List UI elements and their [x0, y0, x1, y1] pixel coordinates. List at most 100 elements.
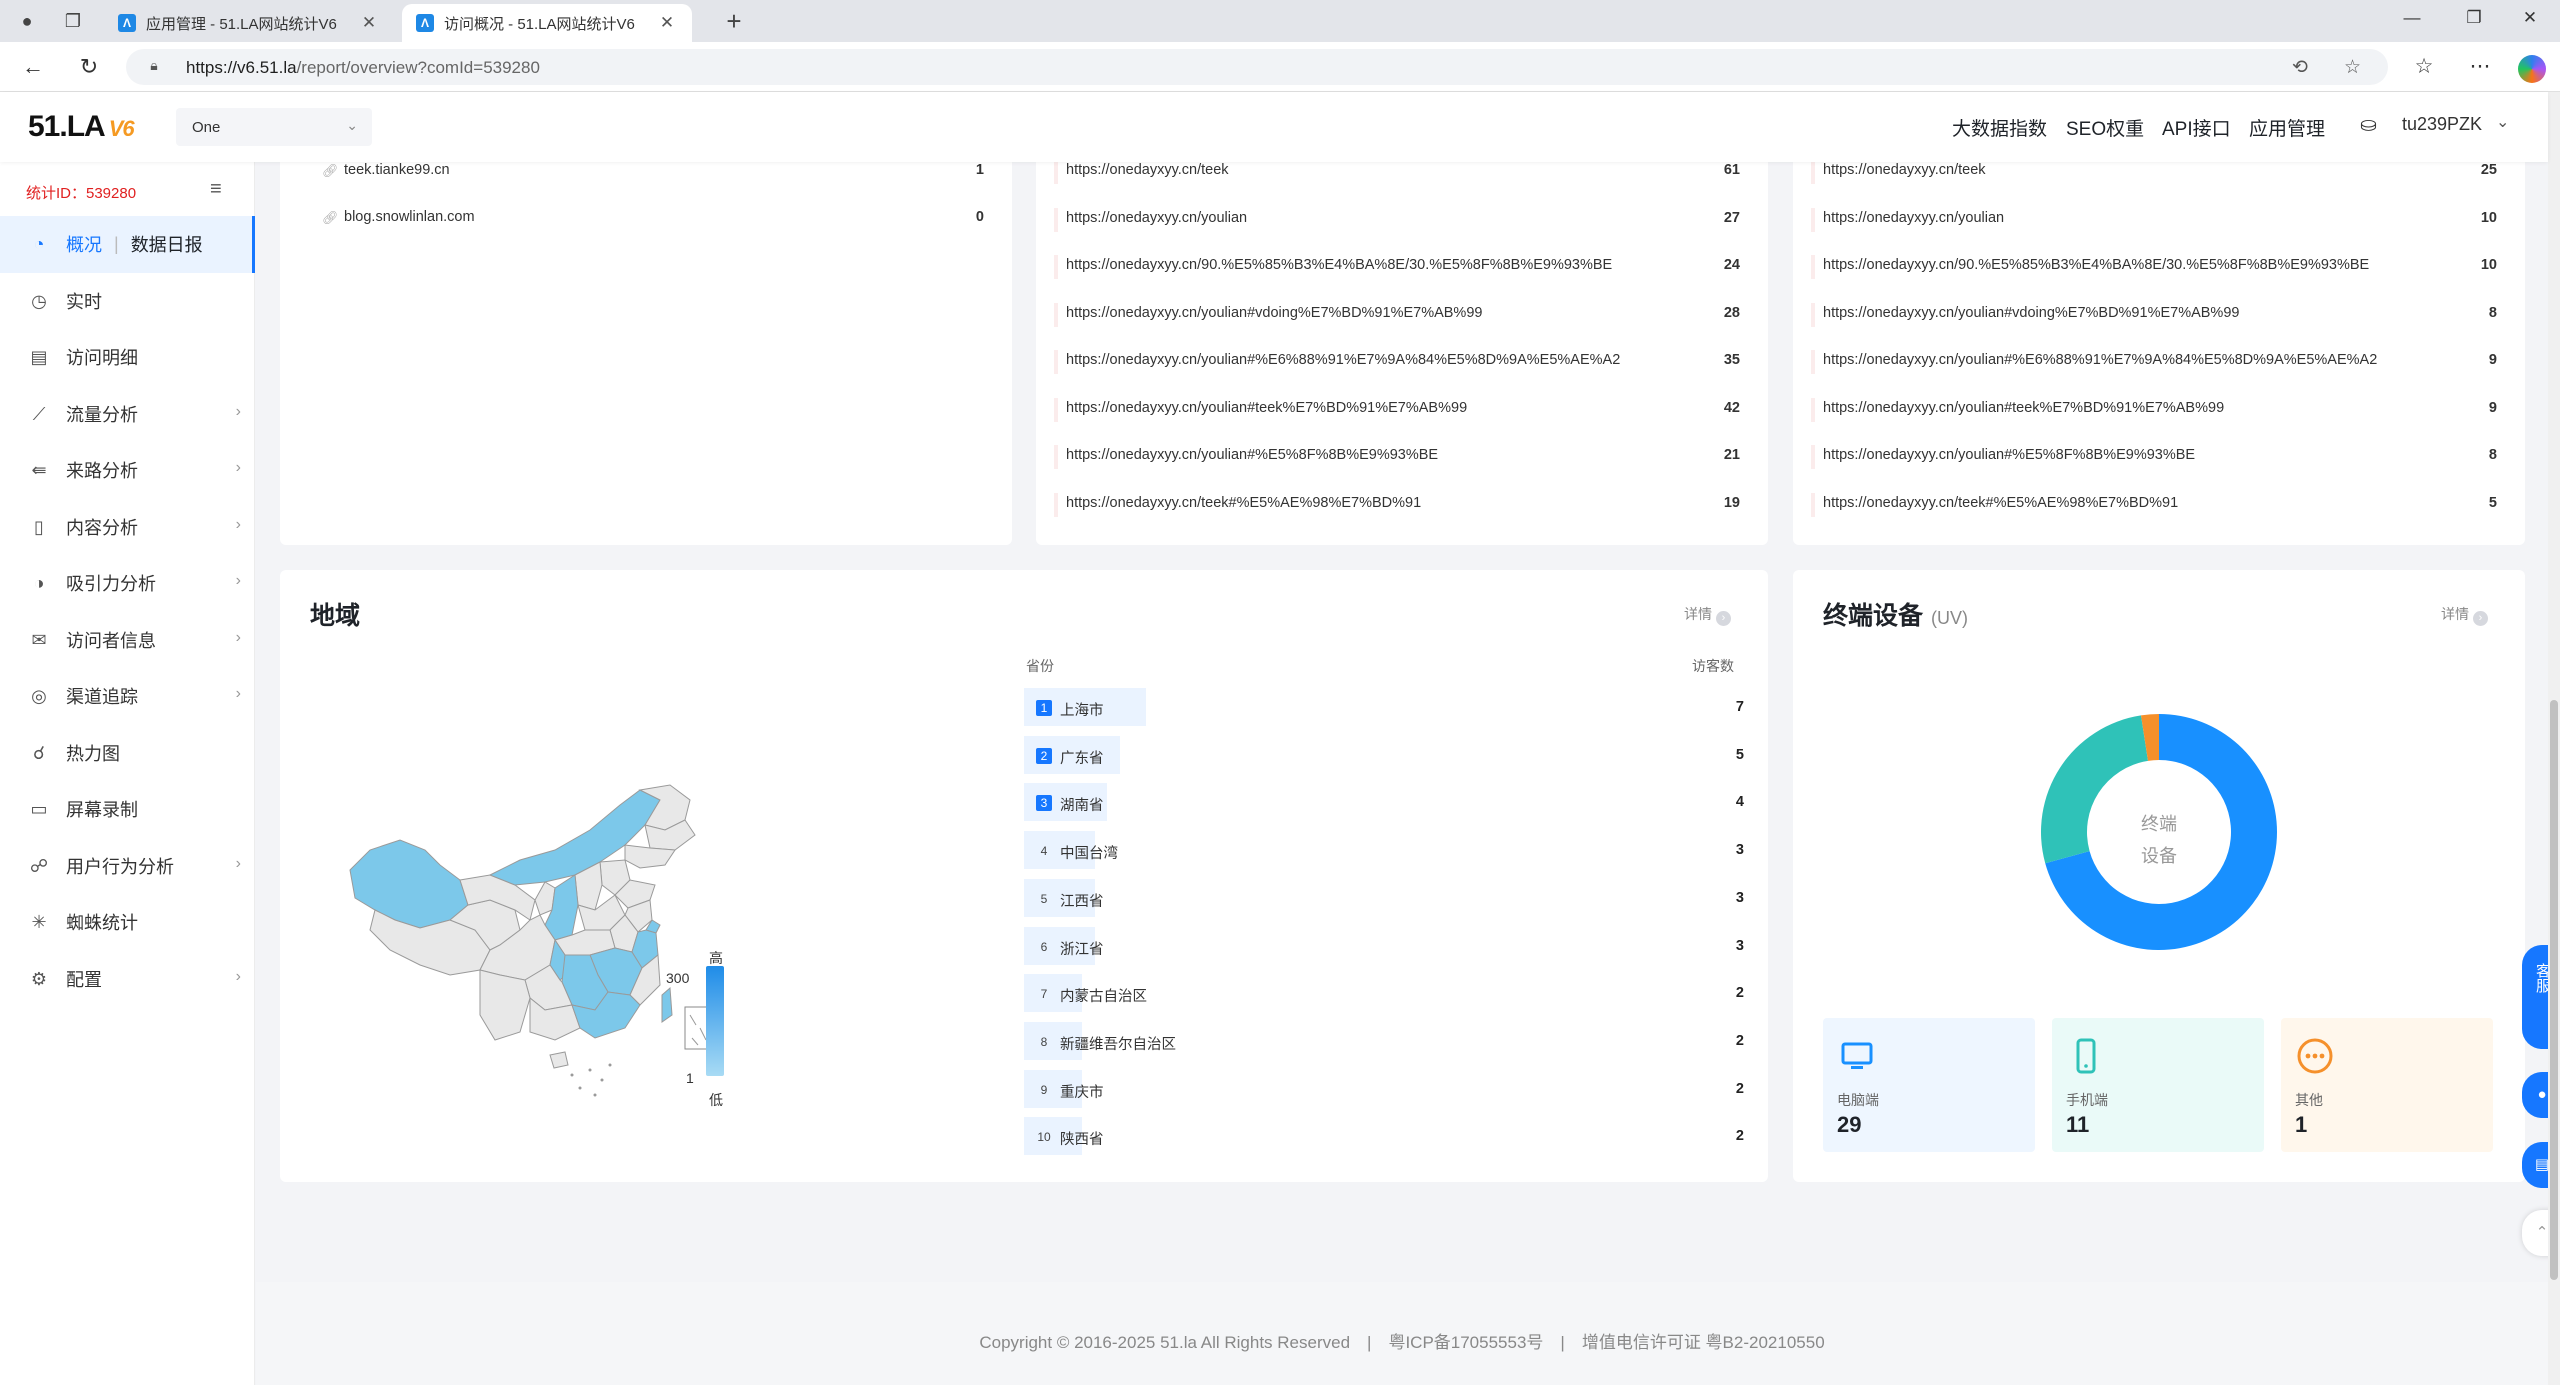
sidebar-item-0[interactable]: ◔ 概况 | 数据日报: [0, 216, 255, 273]
nav-app-manage[interactable]: 应用管理: [2249, 114, 2325, 141]
copilot-icon[interactable]: [2518, 55, 2546, 83]
page-url: https://onedayxyy.cn/teek: [1066, 162, 1229, 178]
province-row[interactable]: 3 湖南省 4: [1024, 783, 1744, 822]
region-detail-link[interactable]: 详情 ›: [1684, 604, 1731, 626]
browser-tab-app-manage[interactable]: Λ 应用管理 - 51.LA网站统计V6 ✕: [104, 4, 394, 42]
device-value: 11: [2066, 1112, 2090, 1137]
devices-detail-link[interactable]: 详情 ›: [2441, 604, 2488, 626]
province-row[interactable]: 1 上海市 7: [1024, 688, 1744, 726]
more-menu-icon[interactable]: ⋯: [2466, 54, 2494, 79]
page-url-row[interactable]: https://onedayxyy.cn/youlian#%E5%8F%8B%E…: [1054, 445, 1740, 469]
stat-id: 统计ID：539280: [26, 185, 137, 202]
page-url-row[interactable]: https://onedayxyy.cn/youlian#%E6%88%91%E…: [1054, 350, 1740, 374]
username[interactable]: tu239PZK: [2402, 114, 2482, 135]
page-url-row[interactable]: https://onedayxyy.cn/90.%E5%85%B3%E4%BA%…: [1811, 255, 2497, 279]
logo[interactable]: 51.LA V6: [28, 110, 135, 144]
back-button[interactable]: ←: [18, 52, 48, 82]
nav-seo-weight[interactable]: SEO权重: [2066, 114, 2144, 141]
collapse-menu-icon[interactable]: ≡: [210, 178, 222, 201]
sidebar-item-9[interactable]: ☌ 热力图: [0, 725, 255, 782]
page-url-row[interactable]: https://onedayxyy.cn/youlian#teek%E7%BD%…: [1811, 397, 2497, 422]
province-count: 2: [1735, 1128, 1744, 1145]
page-url-row[interactable]: https://onedayxyy.cn/youlian#vdoing%E7%B…: [1811, 302, 2497, 327]
nav-bigdata-index[interactable]: 大数据指数: [1952, 114, 2047, 141]
page-url-row[interactable]: https://onedayxyy.cn/teek#%E5%AE%98%E7%B…: [1811, 492, 2497, 517]
page-url-row[interactable]: https://onedayxyy.cn/youlian#%E6%88%91%E…: [1811, 350, 2497, 374]
referrer-row[interactable]: 🔗︎ teek.tianke99.cn 1: [322, 160, 984, 184]
page-url-row[interactable]: https://onedayxyy.cn/teek#%E5%AE%98%E7%B…: [1054, 492, 1740, 517]
page-url: https://onedayxyy.cn/youlian: [1823, 209, 2005, 226]
chevron-down-icon[interactable]: ⌄: [2496, 112, 2509, 132]
page-url-row[interactable]: https://onedayxyy.cn/youlian#vdoing%E7%B…: [1054, 302, 1740, 327]
province-row[interactable]: 4 中国台湾 3: [1024, 831, 1744, 870]
tab-close-icon[interactable]: ✕: [358, 13, 380, 33]
province-row[interactable]: 5 江西省 3: [1024, 878, 1744, 917]
sidebar-item-label: 用户行为分析: [66, 856, 174, 877]
device-box-desktop[interactable]: 电脑端 29: [1823, 1018, 2035, 1152]
province-name: 浙江省: [1060, 941, 1104, 958]
province-name: 上海市: [1060, 703, 1104, 719]
sidebar-item-11[interactable]: ☍ 用户行为分析 ›: [0, 838, 255, 895]
province-row[interactable]: 6 浙江省 3: [1024, 926, 1744, 965]
page-url: https://onedayxyy.cn/teek: [1823, 162, 1986, 178]
site-select[interactable]: One ⌄: [176, 108, 372, 146]
url-path: /report/overview?comId=539280: [296, 58, 540, 77]
sidebar-item-7[interactable]: ✉ 访问者信息 ›: [0, 612, 255, 669]
favorite-star-icon[interactable]: ☆: [2344, 56, 2361, 79]
sidebar-menu: ◔ 概况 | 数据日报 ◷ 实时 ▤ 访问明细 ⟋ 流量分析 › ⇚ 来路分析 › ▯ 内容分析 › ◑ 吸引力分析…: [0, 216, 255, 1007]
sidebar-item-3[interactable]: ⟋ 流量分析 ›: [0, 386, 255, 443]
sidebar-item-5[interactable]: ▯ 内容分析 ›: [0, 499, 255, 556]
device-box-mobile[interactable]: 手机端 11: [2052, 1018, 2264, 1152]
browser-tab-overview[interactable]: Λ 访问概况 - 51.LA网站统计V6 ✕: [402, 4, 692, 42]
province-count: 2: [1735, 985, 1744, 1002]
province-rank: 5: [1040, 891, 1048, 906]
translate-icon[interactable]: ⟲: [2292, 56, 2308, 79]
row-indicator: [1054, 445, 1058, 469]
sidebar-item-2[interactable]: ▤ 访问明细: [0, 329, 255, 386]
page-url: https://onedayxyy.cn/youlian#teek%E7%BD%…: [1066, 399, 1468, 416]
page-url: https://onedayxyy.cn/youlian#%E6%88%91%E…: [1066, 352, 1621, 368]
referrer-row[interactable]: 🔗︎ blog.snowlinlan.com 0: [322, 207, 984, 231]
device-box-other[interactable]: 其他 1: [2281, 1018, 2493, 1152]
page-url-row[interactable]: https://onedayxyy.cn/youlian#teek%E7%BD%…: [1054, 397, 1740, 422]
sidebar-item-10[interactable]: ▭ 屏幕录制: [0, 781, 255, 838]
reload-button[interactable]: ↻: [74, 52, 104, 82]
favorites-icon[interactable]: ☆: [2410, 54, 2438, 79]
sidebar-item-1[interactable]: ◷ 实时: [0, 273, 255, 330]
new-tab-button[interactable]: +: [720, 7, 748, 35]
page-url-row[interactable]: https://onedayxyy.cn/teek 25: [1811, 160, 2497, 184]
window-close-button[interactable]: ✕: [2510, 8, 2550, 28]
province-row[interactable]: 9 重庆市 2: [1024, 1069, 1744, 1108]
page-url-row[interactable]: https://onedayxyy.cn/youlian 27: [1054, 207, 1740, 232]
nav-api[interactable]: API接口: [2162, 114, 2231, 141]
page-url-row[interactable]: https://onedayxyy.cn/90.%E5%85%B3%E4%BA%…: [1054, 255, 1740, 279]
sidebar-item-12[interactable]: ✳ 蜘蛛统计: [0, 894, 255, 951]
page-url: https://onedayxyy.cn/90.%E5%85%B3%E4%BA%…: [1823, 257, 2370, 273]
legend-gradient-bar[interactable]: [706, 966, 724, 1076]
page-url-row[interactable]: https://onedayxyy.cn/youlian 10: [1811, 207, 2497, 232]
minimize-button[interactable]: —: [2392, 8, 2432, 28]
tab-actions-icon[interactable]: ❐: [60, 8, 86, 34]
page-url-row[interactable]: https://onedayxyy.cn/youlian#%E5%8F%8B%E…: [1811, 445, 2497, 469]
sidebar-item-4[interactable]: ⇚ 来路分析 ›: [0, 442, 255, 499]
province-row[interactable]: 8 新疆维吾尔自治区 2: [1024, 1021, 1744, 1060]
sidebar-item-13[interactable]: ⚙ 配置 ›: [0, 951, 255, 1008]
sidebar-item-8[interactable]: ◎ 渠道追踪 ›: [0, 668, 255, 725]
page-scrollbar-thumb[interactable]: [2550, 700, 2558, 1280]
user-avatar-icon[interactable]: ⛀: [2360, 112, 2382, 136]
profile-icon[interactable]: ●: [14, 8, 40, 34]
page-url-row[interactable]: https://onedayxyy.cn/teek 61: [1054, 160, 1740, 184]
sidebar-item-label: 内容分析: [66, 517, 138, 538]
row-indicator: [1054, 160, 1058, 184]
province-name: 广东省: [1060, 750, 1104, 767]
logo-version: V6: [108, 116, 135, 141]
sidebar-item-6[interactable]: ◑ 吸引力分析 ›: [0, 555, 255, 612]
url-field[interactable]: 🔒︎ https://v6.51.la/report/overview?comI…: [126, 49, 2388, 85]
tab-close-icon[interactable]: ✕: [656, 13, 678, 33]
mail-icon: ✉: [31, 629, 47, 650]
province-row[interactable]: 7 内蒙古自治区 2: [1024, 974, 1744, 1013]
province-row[interactable]: 10 陕西省 2: [1024, 1117, 1744, 1156]
province-name: 陕西省: [1060, 1132, 1104, 1149]
restore-button[interactable]: ❐: [2454, 8, 2494, 28]
province-row[interactable]: 2 广东省 5: [1024, 735, 1744, 774]
